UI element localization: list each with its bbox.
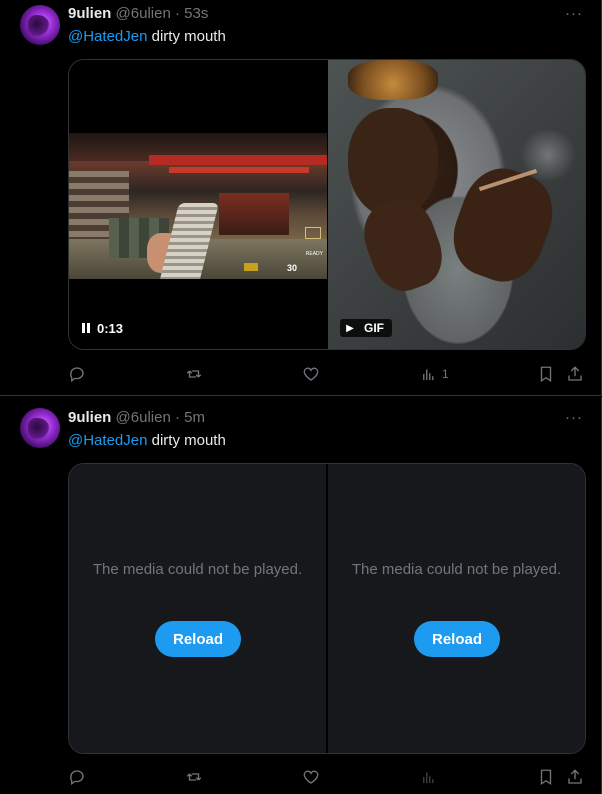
share-button[interactable] — [566, 365, 584, 383]
tweet-header: 9ulien @6ulien · 5m — [68, 408, 205, 428]
reply-button[interactable] — [68, 768, 86, 786]
video-controls[interactable]: 0:13 — [81, 318, 123, 338]
analytics-icon — [423, 772, 434, 783]
tweet-header: 9ulien @6ulien · 53s — [68, 4, 208, 24]
video-player[interactable]: 30 READY 0:13 — [69, 60, 327, 349]
retweet-button[interactable] — [185, 768, 203, 786]
tweet-body: dirty mouth — [147, 432, 226, 449]
error-message: The media could not be played. — [351, 561, 562, 578]
bookmark-button[interactable] — [537, 365, 555, 383]
media-error-right: The media could not be played. Reload — [328, 464, 585, 753]
retweet-button[interactable] — [185, 365, 203, 383]
more-options-icon[interactable]: ··· — [565, 408, 583, 428]
tweet-text: @HatedJen dirty mouth — [68, 27, 226, 47]
gif-player[interactable]: ▶ GIF — [328, 60, 585, 349]
views-count: 1 — [442, 367, 449, 381]
share-icon — [568, 366, 582, 381]
timestamp[interactable]: 5m — [184, 409, 205, 426]
pause-icon[interactable] — [81, 323, 91, 333]
hud-ammo: 30 — [286, 263, 297, 273]
avatar[interactable] — [20, 5, 60, 45]
gif-label: GIF — [360, 319, 392, 337]
display-name[interactable]: 9ulien — [68, 409, 111, 426]
analytics-icon — [423, 369, 434, 380]
action-bar — [68, 768, 592, 788]
separator: · — [174, 5, 180, 22]
gif-thumbnail — [328, 60, 585, 349]
hud-ready: READY — [305, 251, 323, 257]
retweet-icon — [186, 773, 202, 781]
bookmark-icon — [540, 366, 552, 383]
video-thumbnail: 30 READY — [69, 133, 327, 279]
heart-icon — [303, 770, 319, 784]
media-grid: The media could not be played. Reload Th… — [68, 463, 586, 754]
reply-button[interactable] — [68, 365, 86, 383]
avatar[interactable] — [20, 408, 60, 448]
more-options-icon[interactable]: ··· — [565, 4, 583, 24]
action-bar: 1 — [68, 365, 592, 385]
like-button[interactable] — [302, 768, 320, 786]
like-button[interactable] — [302, 365, 320, 383]
handle[interactable]: @6ulien — [116, 5, 171, 22]
handle[interactable]: @6ulien — [116, 409, 171, 426]
reload-button[interactable]: Reload — [414, 621, 500, 657]
bookmark-button[interactable] — [537, 768, 555, 786]
views-button[interactable]: 1 — [420, 365, 449, 383]
tweet[interactable]: 9ulien @6ulien · 53s ··· @HatedJen dirty… — [0, 0, 602, 396]
bookmark-icon — [540, 769, 552, 786]
share-icon — [568, 769, 582, 784]
error-message: The media could not be played. — [92, 561, 303, 578]
reload-button[interactable]: Reload — [155, 621, 241, 657]
tweet-text: @HatedJen dirty mouth — [68, 431, 226, 451]
heart-icon — [303, 367, 319, 381]
share-button[interactable] — [566, 768, 584, 786]
reply-icon — [70, 770, 84, 786]
media-grid: 30 READY 0:13 ▶ GIF — [68, 59, 586, 350]
tweet-body: dirty mouth — [147, 28, 226, 45]
views-button[interactable] — [420, 768, 438, 786]
display-name[interactable]: 9ulien — [68, 5, 111, 22]
retweet-icon — [186, 370, 202, 378]
play-icon[interactable]: ▶ — [340, 319, 360, 337]
tweet[interactable]: 9ulien @6ulien · 5m ··· @HatedJen dirty … — [0, 397, 602, 794]
separator: · — [174, 409, 180, 426]
media-error-left: The media could not be played. Reload — [69, 464, 326, 753]
mention-link[interactable]: @HatedJen — [68, 28, 147, 45]
mention-link[interactable]: @HatedJen — [68, 432, 147, 449]
timestamp[interactable]: 53s — [184, 5, 208, 22]
gif-badge[interactable]: ▶ GIF — [340, 318, 392, 338]
reply-icon — [70, 367, 84, 383]
video-duration: 0:13 — [97, 320, 124, 336]
